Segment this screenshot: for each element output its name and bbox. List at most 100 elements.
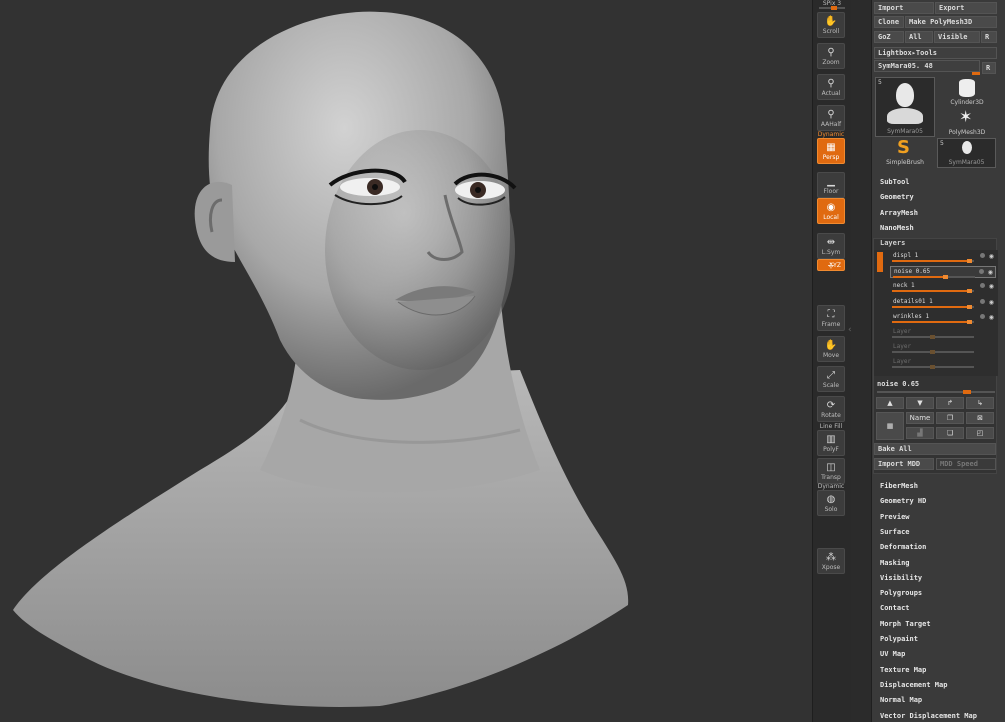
- xyz-button[interactable]: ⊹ XYZ: [817, 259, 845, 271]
- tool-thumb-symmara-2[interactable]: 5 SymMara05: [937, 138, 996, 168]
- tool-thumb-polymesh[interactable]: ✶ PolyMesh3D: [937, 108, 997, 138]
- layer-row[interactable]: Layer: [890, 327, 996, 339]
- layer-down-button[interactable]: ▼: [906, 397, 934, 409]
- layer-strength-slider[interactable]: [892, 259, 974, 263]
- all-button[interactable]: All: [905, 31, 933, 43]
- layer-row[interactable]: Layer: [890, 342, 996, 355]
- layer-record-button[interactable]: ▟: [906, 427, 934, 439]
- record-dot-icon[interactable]: [980, 283, 985, 289]
- menu-deformation[interactable]: Deformation: [880, 543, 926, 551]
- menu-fibermesh[interactable]: FiberMesh: [880, 482, 918, 490]
- bake-all-button[interactable]: Bake All: [874, 443, 996, 455]
- scale-button[interactable]: ⤢ Scale: [817, 366, 845, 392]
- goz-button[interactable]: GoZ: [874, 31, 904, 43]
- lightbox-tools-button[interactable]: Lightbox▸Tools: [874, 47, 997, 59]
- menu-vector-displacement-map[interactable]: Vector Displacement Map: [880, 712, 977, 720]
- menu-polypaint[interactable]: Polypaint: [880, 635, 918, 643]
- layer-up-button[interactable]: ▲: [876, 397, 904, 409]
- layer-new-button[interactable]: ▦: [876, 412, 904, 440]
- import-mdd-button[interactable]: Import MDD: [874, 458, 934, 470]
- record-dot-icon[interactable]: [980, 313, 985, 319]
- actual-button[interactable]: ⚲ Actual: [817, 74, 845, 100]
- visible-button[interactable]: Visible: [934, 31, 980, 43]
- scroll-button[interactable]: ✋ Scroll: [817, 12, 845, 38]
- layer-row[interactable]: wrinkles 1 ◉: [890, 312, 996, 324]
- clone-button[interactable]: Clone: [874, 16, 904, 28]
- record-dot-icon[interactable]: [980, 298, 985, 304]
- rotate-button[interactable]: ⟳ Rotate: [817, 396, 845, 422]
- local-button[interactable]: ◉ Local: [817, 198, 845, 224]
- layer-split-button[interactable]: ↳: [966, 397, 994, 409]
- aahalf-button[interactable]: ⚲ AAHalf: [817, 105, 845, 131]
- eye-icon[interactable]: ◉: [988, 269, 993, 276]
- layer-scroll-indicator[interactable]: [877, 252, 883, 272]
- layer-strength-slider[interactable]: [893, 275, 975, 280]
- menu-nanomesh[interactable]: NanoMesh: [880, 224, 914, 232]
- r-button-2[interactable]: R: [982, 62, 996, 74]
- viewport-canvas[interactable]: [0, 0, 812, 722]
- tool-thumb-simplebrush[interactable]: S SimpleBrush: [875, 138, 935, 168]
- panel-gutter[interactable]: ‹: [848, 0, 872, 722]
- menu-arraymesh[interactable]: ArrayMesh: [880, 209, 918, 217]
- move-button[interactable]: ✋ Move: [817, 336, 845, 362]
- layer-row[interactable]: noise 0.65 ◉: [890, 266, 996, 280]
- menu-contact[interactable]: Contact: [880, 604, 910, 612]
- eye-icon[interactable]: ◉: [989, 253, 994, 260]
- layer-strength-slider[interactable]: [892, 365, 974, 370]
- layer-paste-button[interactable]: ◰: [966, 427, 994, 439]
- layer-duplicate-button[interactable]: ❐: [936, 412, 964, 424]
- menu-surface[interactable]: Surface: [880, 528, 910, 536]
- tool-thumb-cylinder[interactable]: Cylinder3D: [937, 77, 997, 107]
- record-dot-icon[interactable]: [979, 269, 984, 275]
- transp-button[interactable]: ◫ Transp: [817, 458, 845, 484]
- layer-strength-slider[interactable]: [892, 335, 974, 339]
- floor-button[interactable]: ▁ Floor: [817, 172, 845, 198]
- polyf-button[interactable]: ▥ PolyF: [817, 430, 845, 456]
- layers-title[interactable]: Layers: [880, 239, 905, 247]
- menu-texture-map[interactable]: Texture Map: [880, 666, 926, 674]
- menu-preview[interactable]: Preview: [880, 513, 910, 521]
- menu-normal-map[interactable]: Normal Map: [880, 696, 922, 704]
- collapse-chevron-icon[interactable]: ‹: [848, 325, 852, 335]
- layer-row[interactable]: neck 1 ◉: [890, 281, 996, 294]
- layer-row[interactable]: Layer: [890, 357, 996, 370]
- lsym-button[interactable]: ⇹ L.Sym: [817, 233, 845, 259]
- r-button[interactable]: R: [981, 31, 997, 43]
- layer-strength-slider[interactable]: [892, 289, 974, 294]
- layer-strength-slider[interactable]: [892, 350, 974, 355]
- current-tool-slider[interactable]: SymMara05. 48: [874, 60, 980, 72]
- menu-geometry-hd[interactable]: Geometry HD: [880, 497, 926, 505]
- layer-delete-button[interactable]: ⊠: [966, 412, 994, 424]
- menu-visibility[interactable]: Visibility: [880, 574, 922, 582]
- layer-copy-button[interactable]: ❏: [936, 427, 964, 439]
- eye-icon[interactable]: ◉: [989, 283, 994, 290]
- frame-button[interactable]: ⛶ Frame: [817, 305, 845, 331]
- xpose-button[interactable]: ⁂ Xpose: [817, 548, 845, 574]
- layer-row[interactable]: displ 1 ◉: [890, 251, 996, 263]
- menu-subtool[interactable]: SubTool: [880, 178, 910, 186]
- mdd-speed-slider[interactable]: MDD Speed: [936, 458, 996, 470]
- menu-uv-map[interactable]: UV Map: [880, 650, 905, 658]
- layer-strength-slider[interactable]: [892, 304, 974, 309]
- menu-displacement-map[interactable]: Displacement Map: [880, 681, 947, 689]
- menu-polygroups[interactable]: Polygroups: [880, 589, 922, 597]
- eye-icon[interactable]: ◉: [989, 299, 994, 306]
- layer-intensity-slider[interactable]: [877, 390, 995, 394]
- export-button[interactable]: Export: [935, 2, 997, 14]
- spix-slider[interactable]: [819, 6, 845, 10]
- menu-geometry[interactable]: Geometry: [880, 193, 914, 201]
- make-polymesh-button[interactable]: Make PolyMesh3D: [905, 16, 997, 28]
- record-dot-icon[interactable]: [980, 253, 985, 258]
- layer-row[interactable]: details01 1 ◉: [890, 297, 996, 309]
- layer-name-button[interactable]: Name: [906, 412, 934, 424]
- tool-thumb-symmara[interactable]: 5 SymMara05: [875, 77, 935, 137]
- solo-button[interactable]: ◍ Solo: [817, 490, 845, 516]
- menu-morph-target[interactable]: Morph Target: [880, 620, 931, 628]
- zoom-button[interactable]: ⚲ Zoom: [817, 43, 845, 69]
- menu-masking[interactable]: Masking: [880, 559, 910, 567]
- eye-icon[interactable]: ◉: [989, 314, 994, 321]
- layer-merge-button[interactable]: ↱: [936, 397, 964, 409]
- persp-button[interactable]: ▦ Persp: [817, 138, 845, 164]
- import-button[interactable]: Import: [874, 2, 934, 14]
- layer-strength-slider[interactable]: [892, 319, 974, 324]
